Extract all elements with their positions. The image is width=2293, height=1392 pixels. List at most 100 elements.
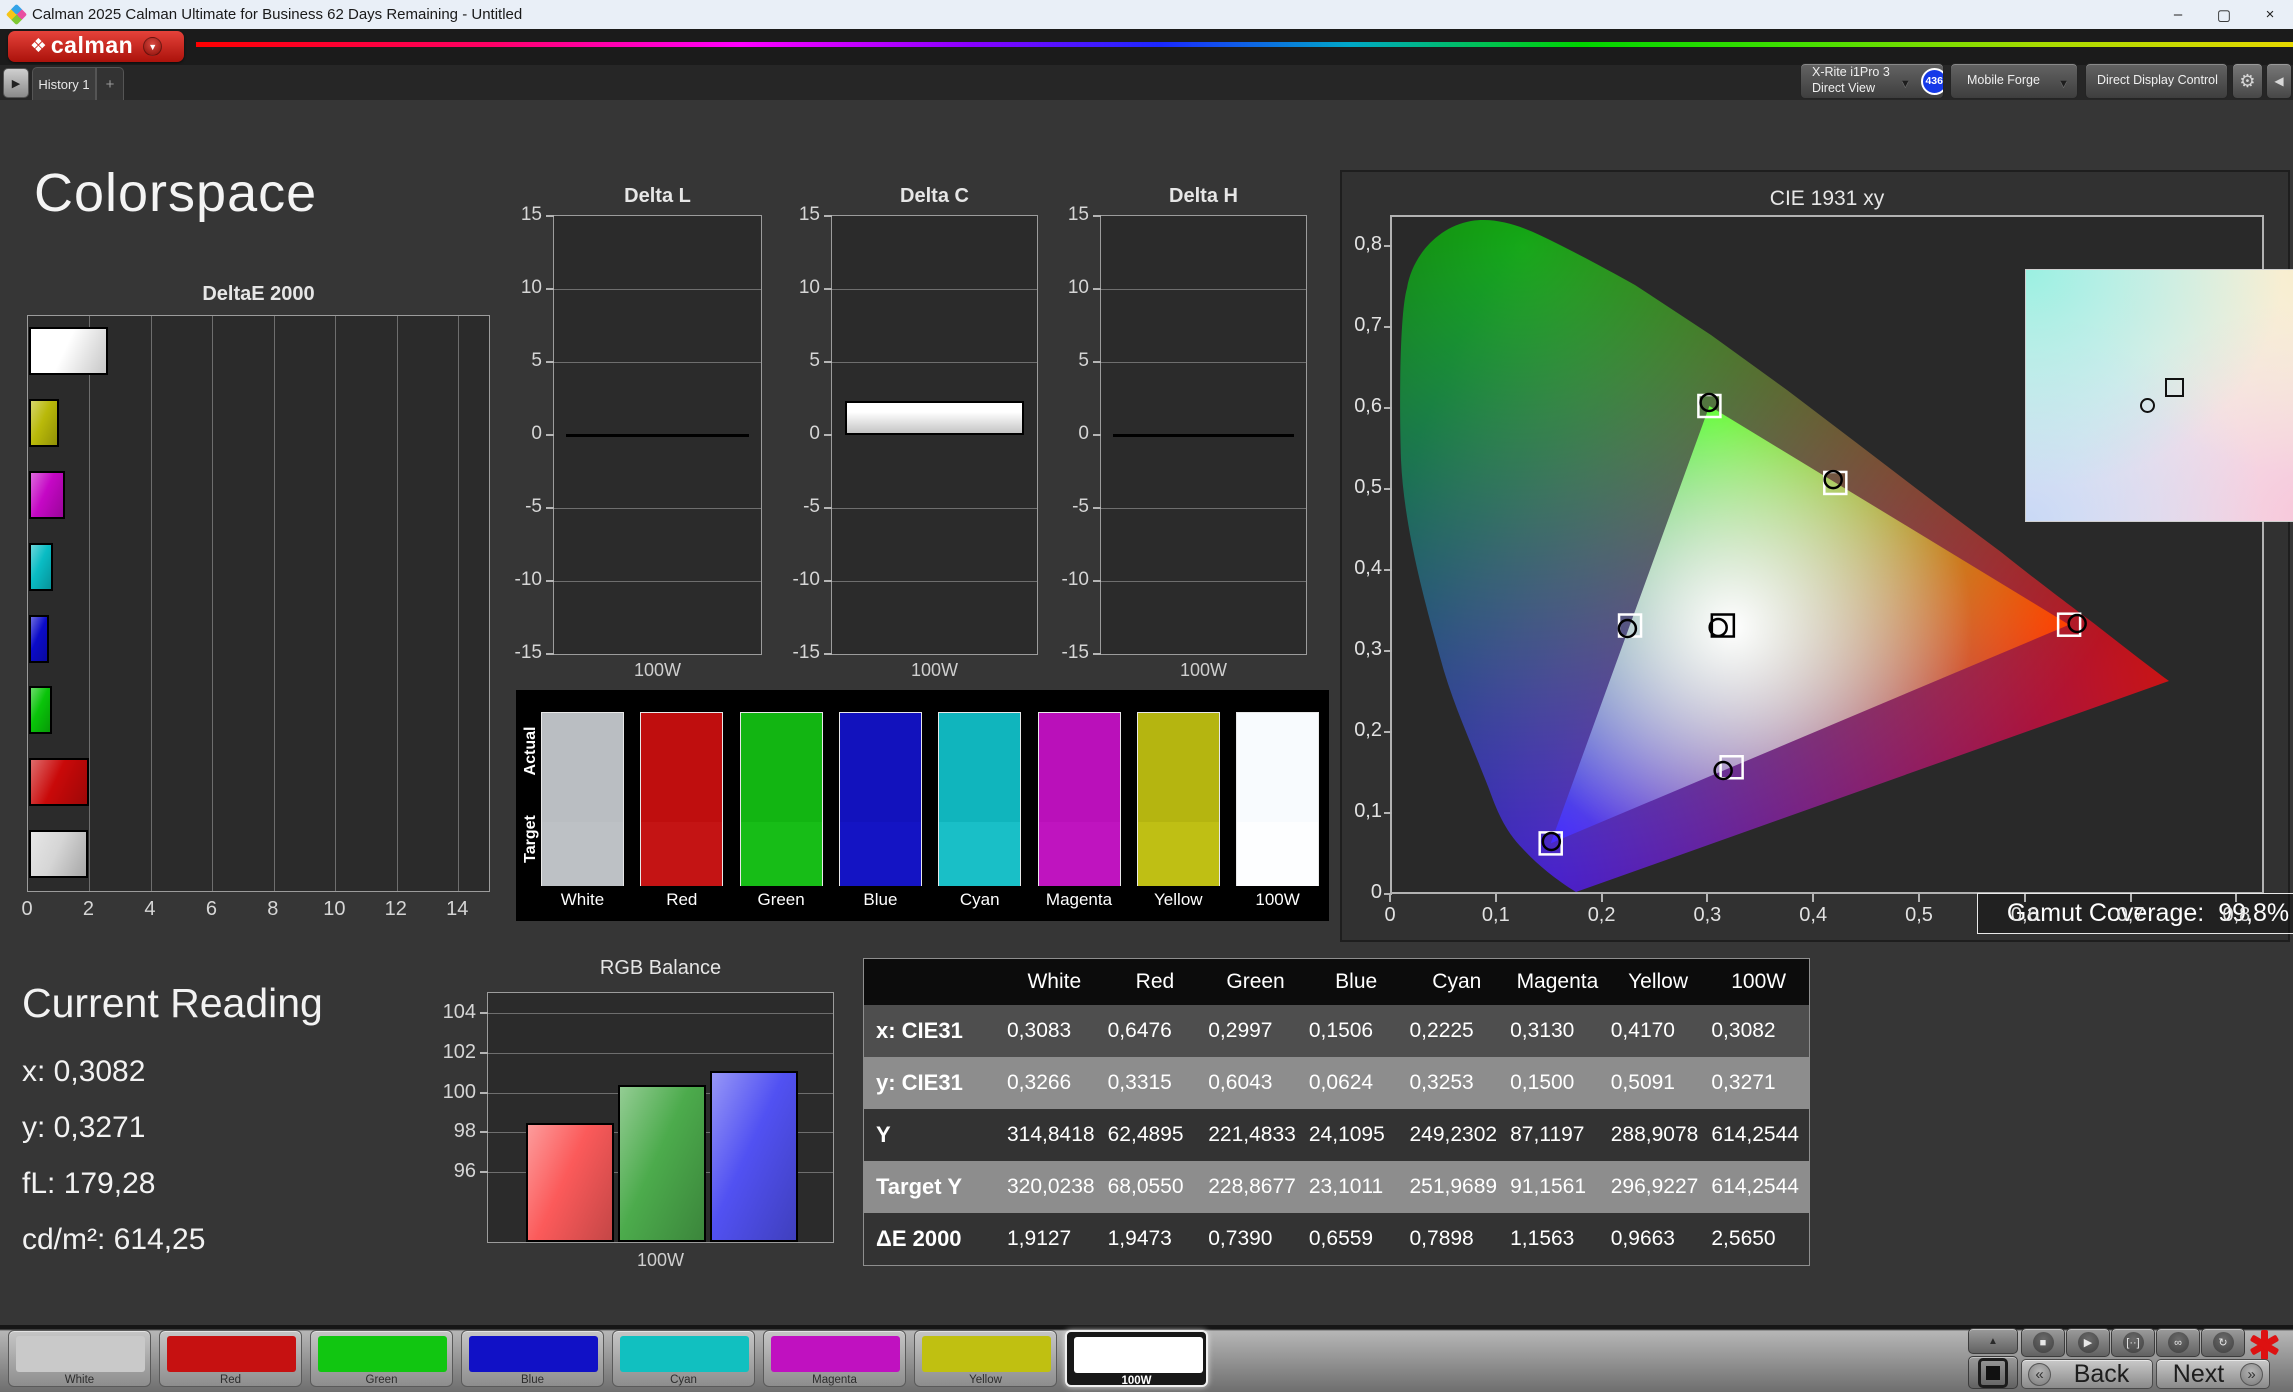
meter-count-badge[interactable]: 436: [1920, 67, 1943, 95]
rgb-balance-title: RGB Balance: [599, 957, 722, 979]
meter-button-mobile-forge[interactable]: Mobile Forge ▼: [1950, 63, 2078, 99]
expand-tray-button[interactable]: ▲: [1968, 1328, 2018, 1354]
pattern-window-button[interactable]: [1968, 1356, 2018, 1389]
row-label-target: Target: [522, 815, 539, 863]
tick: [1093, 215, 1101, 217]
swatch-label: Magenta: [1045, 890, 1113, 909]
pattern-button-magenta[interactable]: Magenta: [763, 1330, 906, 1387]
swatch-actual: [939, 713, 1021, 822]
next-button[interactable]: Next »: [2156, 1359, 2270, 1389]
pattern-swatch: [922, 1336, 1051, 1372]
swatch-target: [641, 822, 723, 886]
tick: [824, 215, 832, 217]
meter-button-display-control[interactable]: Direct Display Control ▼: [2085, 63, 2228, 99]
delta-h-xlabel: 100W: [1179, 660, 1228, 680]
tab-history-1[interactable]: History 1: [32, 67, 96, 100]
table-cell: 0,2997: [1208, 1019, 1273, 1042]
swatch-100w: [1236, 712, 1320, 886]
tick: [480, 1051, 488, 1054]
gridline: [832, 581, 1037, 582]
y-tick-label: 5: [1078, 350, 1089, 371]
add-tab-button[interactable]: +: [96, 67, 124, 100]
series-button[interactable]: [··]: [2111, 1328, 2155, 1357]
close-button[interactable]: ×: [2247, 0, 2293, 29]
delta-h-chart: 15 10 5 0 -5 -10 -15: [1062, 204, 1307, 663]
logo-dropdown-icon[interactable]: ▼: [143, 37, 163, 56]
swatch-label: Yellow: [1154, 890, 1203, 909]
swatch-target: [1237, 822, 1319, 886]
gridline: [1101, 289, 1306, 290]
continuous-button[interactable]: ∞: [2156, 1328, 2200, 1357]
swatch-actual: [740, 713, 822, 822]
table-cell: 68,0550: [1107, 1175, 1184, 1198]
table-cell: 1,9473: [1107, 1227, 1172, 1250]
pattern-button-green[interactable]: Green: [310, 1330, 453, 1387]
pattern-swatch: [1074, 1337, 1203, 1373]
deltae-bar-cyan: [29, 542, 54, 591]
collapse-panel-button[interactable]: ◀: [2266, 63, 2292, 99]
y-tick-label: 102: [442, 1040, 476, 1063]
cie-y-tick-label: 0,1: [1354, 800, 1382, 822]
stop-button[interactable]: ■: [2021, 1328, 2065, 1357]
swatch-label: White: [560, 890, 605, 909]
table-cell: 221,4833: [1208, 1123, 1296, 1146]
cie-x-tick-label: 0,6: [2010, 904, 2039, 926]
minimize-button[interactable]: –: [2155, 0, 2201, 29]
tick: [546, 215, 554, 217]
tick: [824, 288, 832, 290]
column-header: Cyan: [1432, 970, 1482, 993]
swatch-magenta: [1037, 712, 1121, 886]
tick: [824, 653, 832, 655]
swatch-actual: [1038, 713, 1120, 822]
pattern-button-cyan[interactable]: Cyan: [612, 1330, 755, 1387]
table-cell: 2,5650: [1711, 1227, 1776, 1250]
pattern-button-blue[interactable]: Blue: [461, 1330, 604, 1387]
x-tick-label: 6: [205, 898, 217, 920]
loop-button[interactable]: ↻: [2201, 1328, 2245, 1357]
tab-nav-button[interactable]: ▶: [3, 68, 29, 98]
tick: [1918, 894, 1920, 902]
deltae-bar-green: [29, 686, 52, 735]
continuous-icon: ∞: [2167, 1332, 2189, 1353]
back-chevron-icon: «: [2028, 1362, 2051, 1386]
pattern-button-red[interactable]: Red: [159, 1330, 302, 1387]
next-chevron-icon: »: [2240, 1362, 2263, 1386]
table-cell: 614,2544: [1711, 1123, 1799, 1146]
x-tick-label: 2: [82, 898, 95, 920]
x-tick-label: 12: [384, 898, 407, 920]
tick: [480, 1091, 488, 1094]
back-button[interactable]: « Back: [2021, 1359, 2153, 1389]
inset-actual-marker: [2140, 398, 2156, 413]
rgb-bar-red: [526, 1122, 614, 1242]
tick: [1384, 569, 1392, 571]
reading-line: x: 0,3082: [22, 1055, 146, 1088]
cie-x-tick-label: 0,3: [1693, 904, 1722, 926]
pattern-label: Magenta: [812, 1374, 857, 1386]
tick: [824, 507, 832, 509]
calman-menu-button[interactable]: ❖ calman ▼: [8, 31, 184, 62]
zero-value-bar: [1113, 434, 1294, 437]
current-reading-title: Current Reading: [22, 980, 323, 1026]
tick: [824, 434, 832, 436]
pattern-button-yellow[interactable]: Yellow: [914, 1330, 1057, 1387]
chevron-down-icon: ▼: [2218, 78, 2227, 90]
table-cell: 296,9227: [1610, 1175, 1699, 1198]
cie-y-tick-label: 0,7: [1354, 314, 1382, 336]
settings-button[interactable]: ⚙: [2232, 63, 2263, 99]
pattern-button-white[interactable]: White: [8, 1330, 151, 1387]
pattern-swatch: [167, 1336, 296, 1372]
rgb-bar-blue: [710, 1070, 798, 1242]
gridline: [1101, 362, 1306, 363]
maximize-button[interactable]: ▢: [2201, 0, 2247, 29]
gridline: [488, 1012, 833, 1014]
y-tick-label: 15: [1067, 204, 1089, 225]
deltae-bar-yellow: [29, 398, 59, 447]
y-tick-label: 15: [798, 204, 820, 225]
play-button[interactable]: ▶: [2066, 1328, 2110, 1357]
pattern-button-100w[interactable]: 100W: [1065, 1330, 1208, 1387]
swatch-target: [939, 822, 1021, 886]
cie-y-tick-label: 0,3: [1354, 638, 1382, 660]
rgb-balance-chart: 104 102 100 98 96: [443, 992, 834, 1243]
meter-button-xrite[interactable]: X-Rite i1Pro 3 Direct View ▼ 436: [1800, 63, 1944, 99]
table-row: y: CIE31 0,3266 0,3315 0,6043 0,0624 0,3253 0,…: [864, 1057, 1809, 1109]
